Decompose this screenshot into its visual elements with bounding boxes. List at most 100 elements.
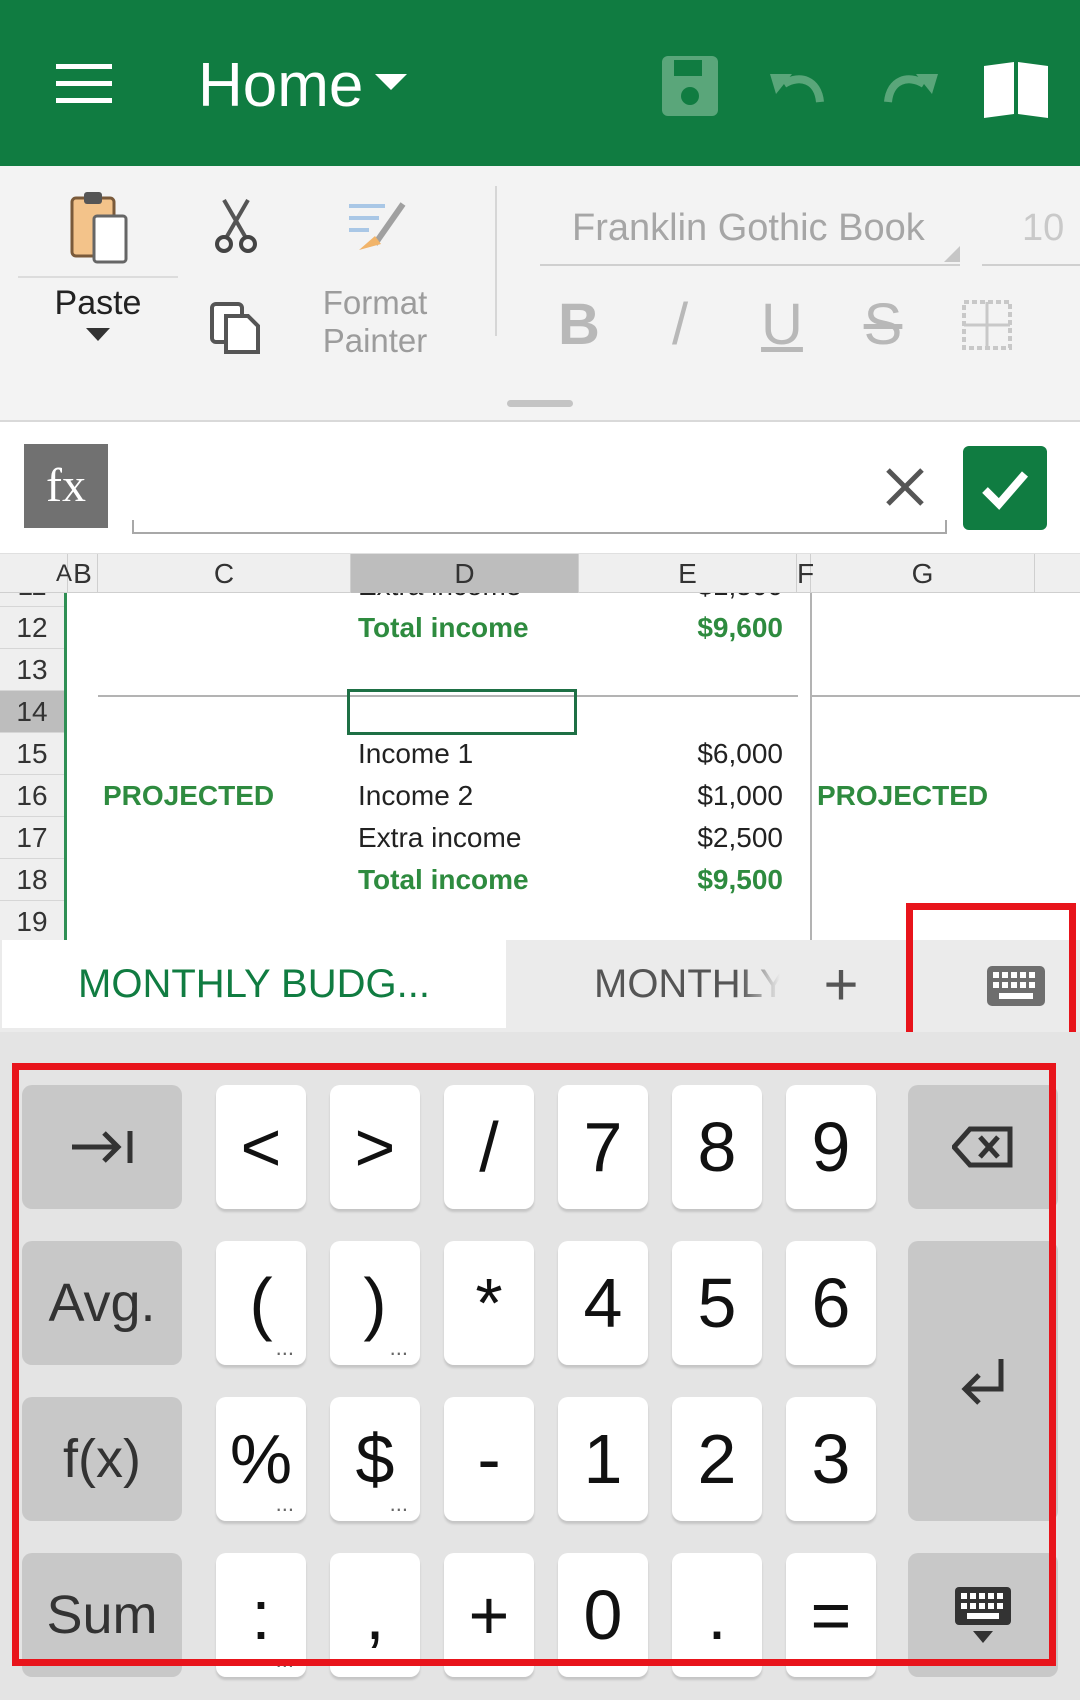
- cell-d17[interactable]: Extra income: [358, 817, 521, 859]
- key-multiply[interactable]: *: [444, 1241, 534, 1365]
- format-painter-button[interactable]: Format Painter: [315, 284, 435, 360]
- enter-key[interactable]: [908, 1241, 1058, 1521]
- key-6[interactable]: 6: [786, 1241, 876, 1365]
- key-label: $: [355, 1420, 395, 1498]
- chevron-down-icon[interactable]: [86, 328, 110, 341]
- column-header-b[interactable]: B: [68, 554, 98, 594]
- key-open-paren[interactable]: (...: [216, 1241, 306, 1365]
- sheet-tab-monthly-budget[interactable]: MONTHLY BUDG...: [2, 940, 506, 1028]
- key-slash[interactable]: /: [444, 1085, 534, 1209]
- hide-keyboard-key[interactable]: [908, 1553, 1058, 1677]
- key-9[interactable]: 9: [786, 1085, 876, 1209]
- key-minus[interactable]: -: [444, 1397, 534, 1521]
- font-size-select[interactable]: 10: [982, 190, 1080, 266]
- key-4[interactable]: 4: [558, 1241, 648, 1365]
- undo-icon[interactable]: [762, 52, 838, 122]
- cell-e18[interactable]: $9,500: [583, 859, 783, 901]
- hide-keyboard-icon: [955, 1587, 1011, 1643]
- ribbon-tab-title[interactable]: Home: [198, 46, 363, 126]
- add-sheet-button[interactable]: +: [816, 950, 866, 1020]
- cell-e12[interactable]: $9,600: [583, 607, 783, 649]
- key-plus[interactable]: +: [444, 1553, 534, 1677]
- row-header-15[interactable]: 15: [0, 733, 64, 775]
- cell-d15[interactable]: Income 1: [358, 733, 473, 775]
- key-close-paren[interactable]: )...: [330, 1241, 420, 1365]
- key-period[interactable]: .: [672, 1553, 762, 1677]
- format-painter-icon[interactable]: [345, 198, 409, 258]
- key-comma[interactable]: ,: [330, 1553, 420, 1677]
- key-label: (: [249, 1264, 273, 1342]
- selected-cell-d14[interactable]: [347, 689, 577, 735]
- chevron-down-icon[interactable]: [375, 74, 407, 90]
- italic-button[interactable]: /: [652, 290, 708, 360]
- sheet-tab-monthly[interactable]: MONTHLY: [594, 940, 780, 1028]
- keyboard-icon[interactable]: [985, 964, 1047, 1008]
- numeric-keypad: < > / 7 8 9 Avg. (... )... * 4 5 6 f(x) …: [0, 1032, 1080, 1700]
- key-1[interactable]: 1: [558, 1397, 648, 1521]
- key-dollar[interactable]: $...: [330, 1397, 420, 1521]
- cell-e17[interactable]: $2,500: [583, 817, 783, 859]
- font-name-select[interactable]: Franklin Gothic Book: [540, 190, 960, 266]
- cell-e11[interactable]: $1,500: [583, 593, 783, 607]
- sum-key[interactable]: Sum: [22, 1553, 182, 1677]
- column-header-g[interactable]: G: [811, 554, 1035, 594]
- read-mode-icon[interactable]: [978, 52, 1054, 122]
- key-8[interactable]: 8: [672, 1085, 762, 1209]
- cell-e15[interactable]: $6,000: [583, 733, 783, 775]
- close-icon[interactable]: [882, 464, 928, 510]
- strikethrough-button[interactable]: S: [852, 290, 914, 360]
- paste-button[interactable]: Paste: [20, 284, 176, 323]
- column-header-e[interactable]: E: [579, 554, 797, 594]
- function-button[interactable]: fx: [24, 444, 108, 528]
- row-header-14[interactable]: 14: [0, 691, 64, 733]
- function-key[interactable]: f(x): [22, 1397, 182, 1521]
- key-equals[interactable]: =: [786, 1553, 876, 1677]
- paste-icon[interactable]: [68, 190, 130, 266]
- row-header-19[interactable]: 19: [0, 901, 64, 940]
- key-3[interactable]: 3: [786, 1397, 876, 1521]
- cell-d18[interactable]: Total income: [358, 859, 529, 901]
- formula-input[interactable]: [132, 444, 947, 534]
- row-header-13[interactable]: 13: [0, 649, 64, 691]
- backspace-key[interactable]: [908, 1085, 1058, 1209]
- row-header-18[interactable]: 18: [0, 859, 64, 901]
- row-header-17[interactable]: 17: [0, 817, 64, 859]
- key-colon[interactable]: :...: [216, 1553, 306, 1677]
- row-header-16[interactable]: 16: [0, 775, 64, 817]
- key-5[interactable]: 5: [672, 1241, 762, 1365]
- cell-c16[interactable]: PROJECTED: [103, 775, 274, 817]
- underline-button[interactable]: U: [752, 290, 812, 360]
- column-header-d[interactable]: D: [351, 554, 579, 594]
- key-greater-than[interactable]: >: [330, 1085, 420, 1209]
- column-header-f[interactable]: F: [797, 554, 814, 594]
- key-less-than[interactable]: <: [216, 1085, 306, 1209]
- key-label: ): [363, 1264, 387, 1342]
- ribbon-collapse-handle[interactable]: [507, 400, 573, 407]
- cell-d11[interactable]: Extra income: [358, 593, 521, 607]
- cell-g16[interactable]: PROJECTED: [817, 775, 988, 817]
- column-header-c[interactable]: C: [98, 554, 351, 594]
- key-0[interactable]: 0: [558, 1553, 648, 1677]
- border-line: [811, 695, 1080, 697]
- cell-d16[interactable]: Income 2: [358, 775, 473, 817]
- row-header-12[interactable]: 12: [0, 607, 64, 649]
- spreadsheet-grid[interactable]: Extra income $1,500 Total income $9,600 …: [67, 593, 1080, 940]
- copy-icon[interactable]: [208, 300, 262, 356]
- borders-icon[interactable]: [962, 300, 1012, 350]
- save-icon[interactable]: [652, 52, 728, 122]
- key-percent[interactable]: %...: [216, 1397, 306, 1521]
- cut-icon[interactable]: [214, 198, 258, 254]
- key-2[interactable]: 2: [672, 1397, 762, 1521]
- column-header-a[interactable]: A: [56, 554, 72, 594]
- redo-icon[interactable]: [870, 52, 946, 122]
- bold-button[interactable]: B: [548, 290, 610, 360]
- tab-key[interactable]: [22, 1085, 182, 1209]
- average-key[interactable]: Avg.: [22, 1241, 182, 1365]
- menu-icon[interactable]: [56, 64, 112, 104]
- key-7[interactable]: 7: [558, 1085, 648, 1209]
- key-label: :: [251, 1576, 271, 1654]
- row-header-11[interactable]: 11: [0, 593, 64, 607]
- confirm-button[interactable]: [963, 446, 1047, 530]
- cell-e16[interactable]: $1,000: [583, 775, 783, 817]
- cell-d12[interactable]: Total income: [358, 607, 529, 649]
